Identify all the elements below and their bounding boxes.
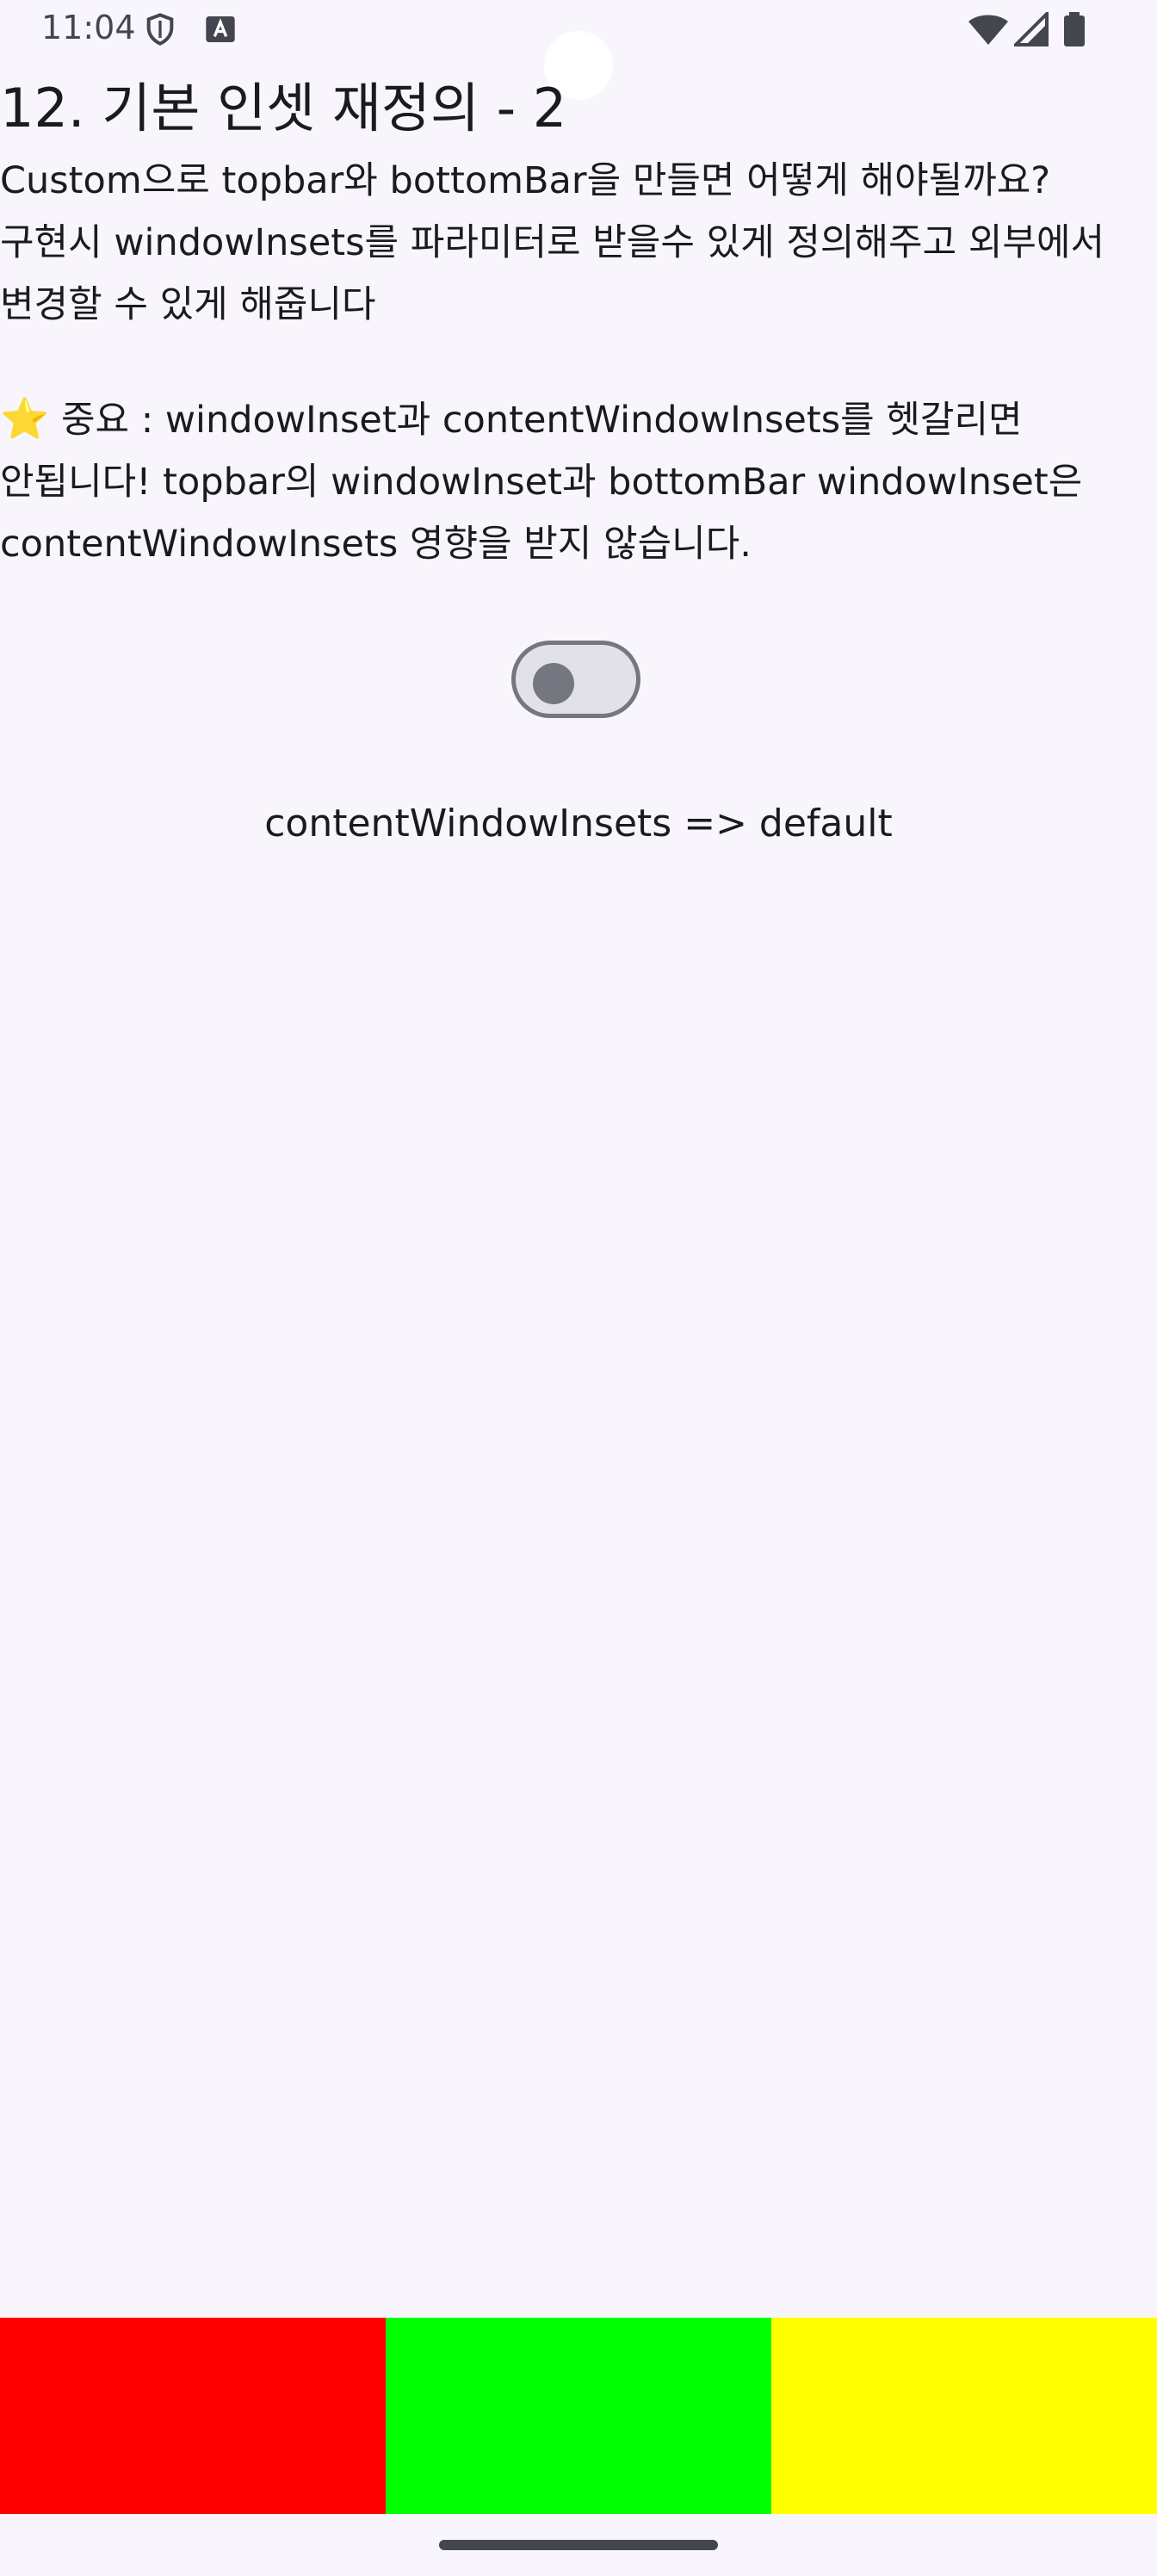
important-note-text: 중요 : windowInset과 contentWindowInsets를 헷… (0, 399, 1094, 566)
content-insets-label: contentWindowInsets => default (264, 802, 893, 845)
shield-icon (143, 12, 177, 46)
inset-toggle[interactable] (511, 641, 646, 723)
bottom-bar (0, 2318, 1157, 2514)
important-note: ⭐ 중요 : windowInset과 contentWindowInsets를… (0, 387, 1157, 575)
wifi-icon (968, 12, 1009, 46)
battery-icon (1062, 12, 1086, 46)
bottom-bar-green-cell[interactable] (386, 2318, 771, 2514)
page-title: 12. 기본 인셋 재정의 - 2 (0, 77, 567, 139)
bottom-bar-red-cell[interactable] (0, 2318, 386, 2514)
keyboard-a-icon (203, 12, 238, 46)
status-time: 11:04 (41, 9, 136, 46)
screen: 11:04 12. 기본 인셋 재정의 - 2 Custom으로 topbar와… (0, 0, 1157, 2576)
bottom-bar-yellow-cell[interactable] (771, 2318, 1157, 2514)
description-text: Custom으로 topbar와 bottomBar을 만들면 어떻게 해야될까… (0, 159, 1117, 326)
gesture-nav-handle[interactable] (439, 2540, 718, 2550)
cellular-signal-icon (1012, 9, 1049, 46)
toggle-track[interactable] (511, 641, 640, 718)
content: 12. 기본 인셋 재정의 - 2 Custom으로 topbar와 botto… (0, 67, 1157, 575)
toggle-thumb[interactable] (533, 663, 574, 704)
star-icon: ⭐ (0, 395, 50, 442)
